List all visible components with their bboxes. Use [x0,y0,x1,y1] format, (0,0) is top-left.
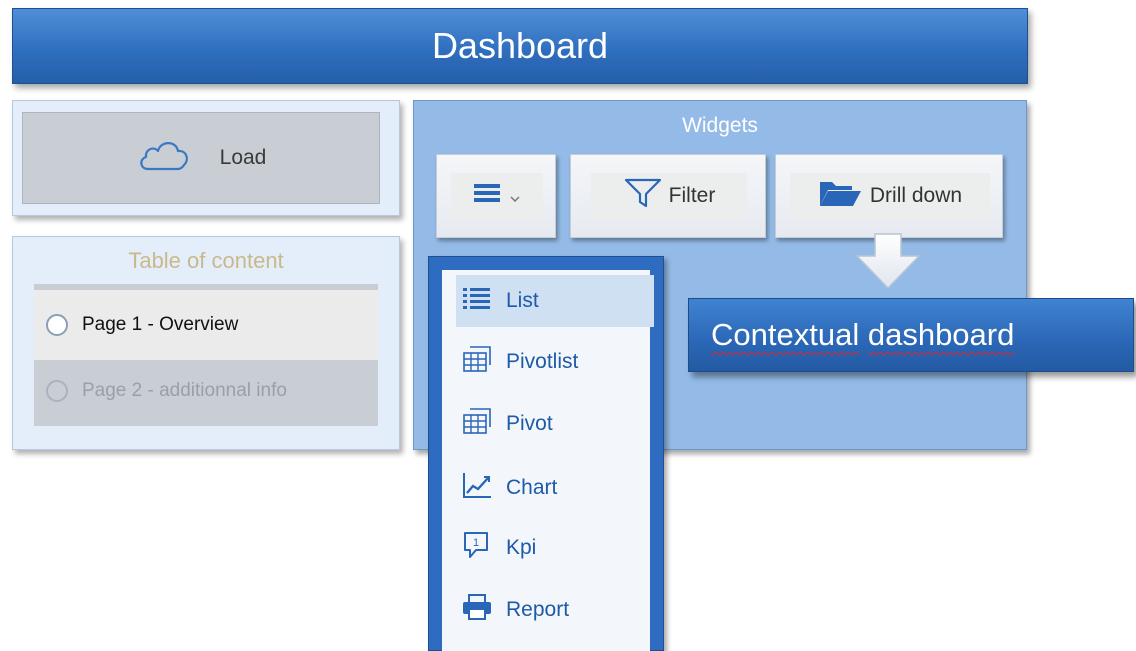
radio-icon[interactable] [46,380,68,402]
toc-list: Page 1 - Overview Page 2 - additionnal i… [34,284,378,426]
dashboard-title-bar: Dashboard [12,8,1028,84]
line-chart-icon [462,471,492,505]
toc-title: Table of content [128,248,284,273]
widget-menu-button-face[interactable] [451,173,543,219]
drill-down-button-face[interactable]: Drill down [790,173,990,219]
drill-down-label: Drill down [869,184,963,207]
menu-item-list[interactable]: List [456,275,654,327]
cloud-icon [136,135,192,181]
load-label: Load [219,146,267,169]
svg-text:1: 1 [473,537,479,549]
toc-item-label: Page 2 - additionnal info [82,380,287,401]
filter-label: Filter [668,184,716,207]
list-icon [462,284,492,318]
menu-item-kpi[interactable]: 1 Kpi [456,522,654,574]
filter-button[interactable]: Filter [570,154,766,238]
toc-item-page-1[interactable]: Page 1 - Overview [34,290,378,360]
load-button[interactable]: Load [22,112,380,204]
menu-item-chart[interactable]: Chart [456,462,654,514]
toc-item-page-2[interactable]: Page 2 - additionnal info [34,362,378,420]
menu-item-label: Pivot [506,412,553,435]
menu-item-label: Pivotlist [506,350,579,373]
menu-item-pivotlist[interactable]: Pivotlist [456,336,654,388]
menu-item-label: List [506,289,539,312]
funnel-icon [623,177,663,215]
widget-menu-button[interactable] [436,154,556,238]
menu-item-pivot[interactable]: Pivot [456,398,654,450]
radio-icon[interactable] [46,314,68,336]
menu-item-label: Kpi [506,536,537,559]
filter-button-face[interactable]: Filter [591,173,747,219]
drill-down-button[interactable]: Drill down [775,154,1003,238]
contextual-label-word-1: Contextual [711,317,860,352]
menu-item-label: Chart [506,476,558,499]
chevron-down-icon [510,184,520,208]
toc-item-label: Page 1 - Overview [82,314,239,335]
folder-open-icon [818,178,862,214]
widgets-title: Widgets [682,114,758,137]
hamburger-menu-icon [474,183,500,209]
pivot-table-icon [462,407,492,441]
pivot-table-icon [462,345,492,379]
menu-item-report[interactable]: Report [456,584,654,636]
kpi-icon: 1 [462,531,492,565]
contextual-label-word-2: dashboard [867,317,1015,352]
dashboard-title: Dashboard [431,25,609,66]
printer-icon [462,593,492,627]
contextual-dashboard-box: Contextual dashboard [688,298,1134,372]
menu-item-label: Report [506,598,570,621]
down-arrow-icon [853,232,923,292]
